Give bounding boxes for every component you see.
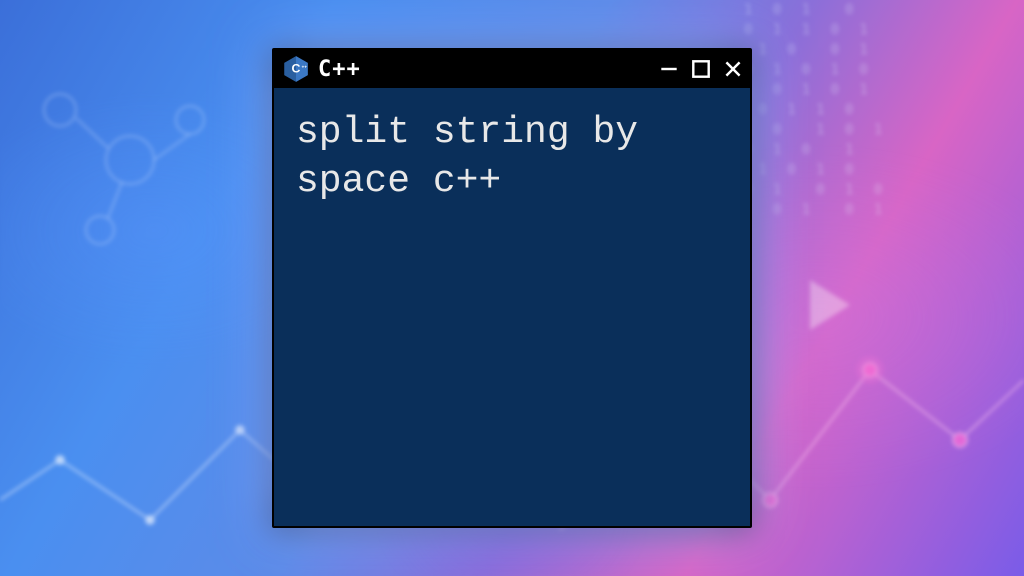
window-body: split string by space c++ [274, 88, 750, 526]
cpp-logo-icon: C + + [282, 55, 310, 83]
window-title: C++ [318, 57, 361, 82]
code-text: split string by space c++ [296, 108, 728, 207]
close-button[interactable] [722, 58, 744, 80]
svg-text:C: C [292, 61, 301, 75]
maximize-button[interactable] [690, 58, 712, 80]
svg-text:+: + [304, 64, 307, 69]
terminal-window: C + + C++ split string by space c++ [272, 48, 752, 528]
window-controls [658, 58, 744, 80]
minimize-button[interactable] [658, 58, 680, 80]
window-titlebar: C + + C++ [274, 50, 750, 88]
